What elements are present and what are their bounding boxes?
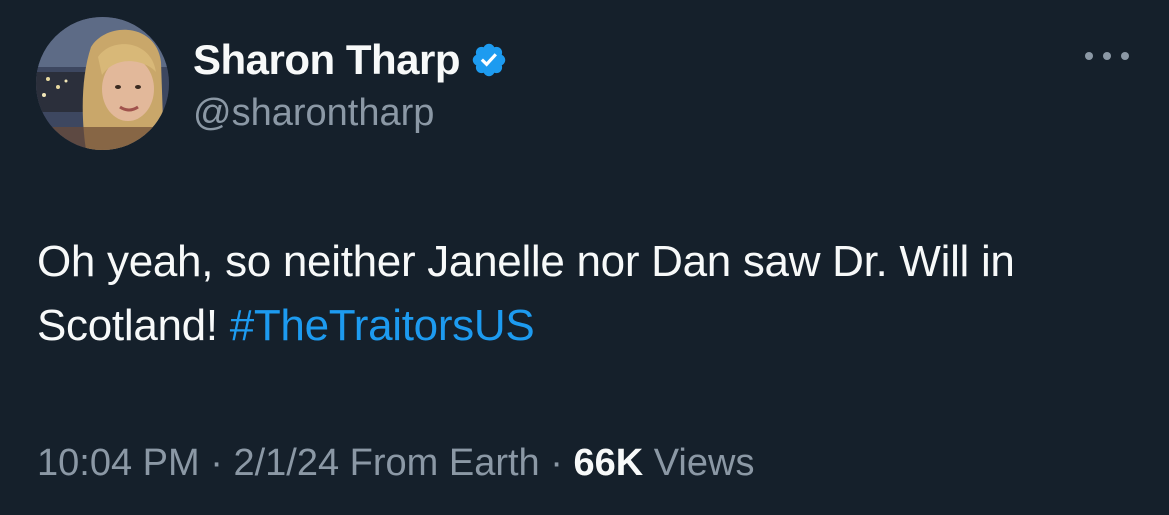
tweet-text: Oh yeah, so neither Janelle nor Dan saw … [37,230,1137,358]
more-dot [1085,52,1093,60]
tweet-time[interactable]: 10:04 PM [37,442,200,484]
more-dot [1103,52,1111,60]
meta-separator: · [539,442,574,484]
tweet-metadata: 10:04 PM · 2/1/24 From Earth · 66K Views [37,442,754,485]
author-handle[interactable]: @sharontharp [193,92,434,135]
verified-badge-icon[interactable] [470,41,508,79]
author-name-row: Sharon Tharp [193,36,508,84]
hashtag-link[interactable]: #TheTraitorsUS [230,301,535,350]
views-count: 66K [573,442,644,484]
tweet-date[interactable]: 2/1/24 [233,442,339,484]
more-dot [1121,52,1129,60]
avatar-image [36,17,169,150]
avatar[interactable] [36,17,169,150]
author-display-name[interactable]: Sharon Tharp [193,36,461,84]
tweet-source: From Earth [349,442,540,484]
meta-separator: · [199,442,234,484]
more-horizontal-icon[interactable] [1085,44,1129,68]
tweet-card: Sharon Tharp @sharontharp Oh yeah, so ne… [0,0,1169,515]
views-label: Views [653,442,755,484]
